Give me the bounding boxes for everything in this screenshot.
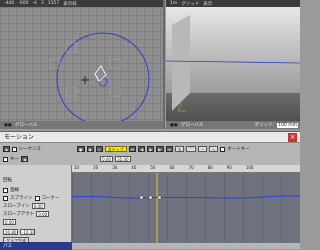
- line-icon[interactable]: ─: [198, 146, 207, 152]
- pin-icon[interactable]: ▪: [3, 146, 10, 152]
- slope-out-row: スロープアウト 0.00: [3, 211, 50, 217]
- viewport-top-header: -440 -600 -4 3 1357 表示枠: [0, 0, 163, 7]
- prev-frame-icon[interactable]: ◀: [138, 146, 146, 152]
- linear-label: 直線: [10, 188, 19, 193]
- spline-row: スプライン コーナー: [3, 195, 60, 201]
- ruler-tick: 100: [245, 165, 254, 170]
- ruler-tick: 20: [93, 165, 99, 170]
- coord-mode-label[interactable]: グローバル: [15, 122, 37, 128]
- slope-in-field[interactable]: 0.00: [31, 203, 45, 209]
- ruler-tick: 70: [188, 165, 194, 170]
- ruler-tick: 10: [74, 165, 80, 170]
- viewport-perspective[interactable]: 1m グリッド 表示 ●● グローバル グリッド: 100 mm: [166, 0, 300, 129]
- ruler-tick: 30: [112, 165, 118, 170]
- value-field[interactable]: 0.00: [3, 219, 16, 225]
- current-frame-field[interactable]: 0.00: [100, 156, 114, 162]
- scale-label: 1m: [170, 1, 178, 6]
- motion-properties-panel: 回転 直線 スプライン コーナー スロープイン 0.00 スロープアウト 0.00 0…: [0, 165, 72, 250]
- close-icon[interactable]: ×: [288, 133, 297, 142]
- spline-label: スプライン: [10, 196, 33, 201]
- ruler-tick: 60: [169, 165, 175, 170]
- viewport-top-footer: ●● グローバル: [0, 121, 163, 129]
- motion-title: モーション: [4, 134, 34, 141]
- slope-in-label: スロープイン: [3, 204, 30, 209]
- perspective-scene: [166, 7, 300, 121]
- grid-size-label: グリッド:: [254, 123, 275, 128]
- keyframe-add-icon[interactable]: ◆: [86, 146, 94, 152]
- coord-y: -600: [18, 1, 29, 6]
- path-label[interactable]: パス: [3, 243, 12, 249]
- viewport-perspective-header: 1m グリッド 表示: [166, 0, 300, 7]
- view-frame-label[interactable]: 表示枠: [63, 1, 77, 7]
- sequence-label: シーケンス: [18, 147, 41, 152]
- last-frame-icon[interactable]: ⏭: [165, 146, 174, 152]
- slope-out-label: スロープアウト: [3, 212, 35, 217]
- keyframe-delete-icon[interactable]: ◇: [95, 146, 103, 152]
- key-checkbox[interactable]: [3, 156, 8, 162]
- record-icon[interactable]: ●: [77, 146, 85, 152]
- sequence-checkbox[interactable]: [11, 146, 17, 152]
- key-label: キー: [10, 157, 19, 162]
- dots-icon: ●●: [4, 122, 12, 128]
- timeline-graph[interactable]: [71, 173, 301, 243]
- coord-mode-label[interactable]: グローバル: [181, 122, 203, 128]
- slope-out-field[interactable]: 0.00: [36, 211, 50, 217]
- total-frames-field[interactable]: 35.00: [115, 156, 132, 162]
- autokey-checkbox[interactable]: [220, 146, 226, 152]
- step-button[interactable]: ステップ: [104, 146, 127, 152]
- timeline-ruler[interactable]: 10 20 30 40 50 60 70 80 90 100: [72, 165, 300, 173]
- corner-label: コーナー: [41, 196, 60, 201]
- viewport-top[interactable]: -440 -600 -4 3 1357 表示枠 ●● グローバル: [0, 0, 165, 129]
- spline-checkbox[interactable]: [3, 195, 8, 201]
- coord-z: -4: [32, 1, 37, 6]
- first-frame-icon[interactable]: ⏮: [128, 146, 137, 152]
- rotation-gizmo[interactable]: [0, 7, 165, 126]
- coord-v: 1357: [47, 1, 60, 6]
- viewport-grid[interactable]: [0, 7, 165, 126]
- grid-size-value[interactable]: 100 mm: [277, 122, 298, 128]
- grid-label[interactable]: グリッド: [181, 1, 199, 7]
- rotate-label: 回転: [3, 178, 12, 183]
- value-row: 0.00: [3, 219, 16, 225]
- output-max-field[interactable]: 20.80: [3, 229, 18, 235]
- bezier-icon[interactable]: ∿: [208, 146, 219, 152]
- viewport-perspective-footer: ●● グローバル グリッド: 100 mm: [166, 121, 300, 129]
- key-prev-icon[interactable]: ◀: [21, 156, 29, 162]
- motion-curve: [71, 173, 301, 243]
- coord-w: 3: [40, 1, 44, 6]
- output-min-field[interactable]: -10.30: [20, 229, 35, 235]
- coord-x: -440: [4, 1, 15, 6]
- linear-row: 直線: [3, 187, 19, 193]
- dots-icon: ●●: [170, 122, 178, 128]
- ruler-tick: 80: [207, 165, 213, 170]
- motion-toolbar-2: キー ◀ 0.00 35.00: [0, 155, 300, 163]
- motion-window: モーション × ▪ シーケンス ● ◆ ◇ ステップ ⏮ ◀ ▶ ▶ ⏭ ↻ ⌒…: [0, 131, 301, 250]
- ruler-tick: 90: [226, 165, 232, 170]
- loop-icon[interactable]: ↻: [175, 146, 185, 152]
- play-icon[interactable]: ▶: [147, 146, 155, 152]
- output-row: 20.80 -10.30: [3, 229, 35, 235]
- corner-checkbox[interactable]: [34, 195, 40, 201]
- autokey-label: オートキー: [227, 147, 250, 152]
- next-frame-icon[interactable]: ▶: [156, 146, 164, 152]
- rotate-row: 回転: [3, 177, 12, 183]
- linear-checkbox[interactable]: [3, 187, 8, 193]
- motion-title-bar: モーション: [0, 132, 300, 143]
- ruler-tick: 40: [131, 165, 137, 170]
- ruler-tick: 50: [150, 165, 156, 170]
- view-label[interactable]: 表示: [203, 1, 212, 7]
- ease-icon[interactable]: ⌒: [186, 146, 197, 152]
- motion-toolbar-1: ▪ シーケンス ● ◆ ◇ ステップ ⏮ ◀ ▶ ▶ ⏭ ↻ ⌒ ─ ∿ オート…: [0, 145, 300, 153]
- slope-in-row: スロープイン 0.00: [3, 203, 45, 209]
